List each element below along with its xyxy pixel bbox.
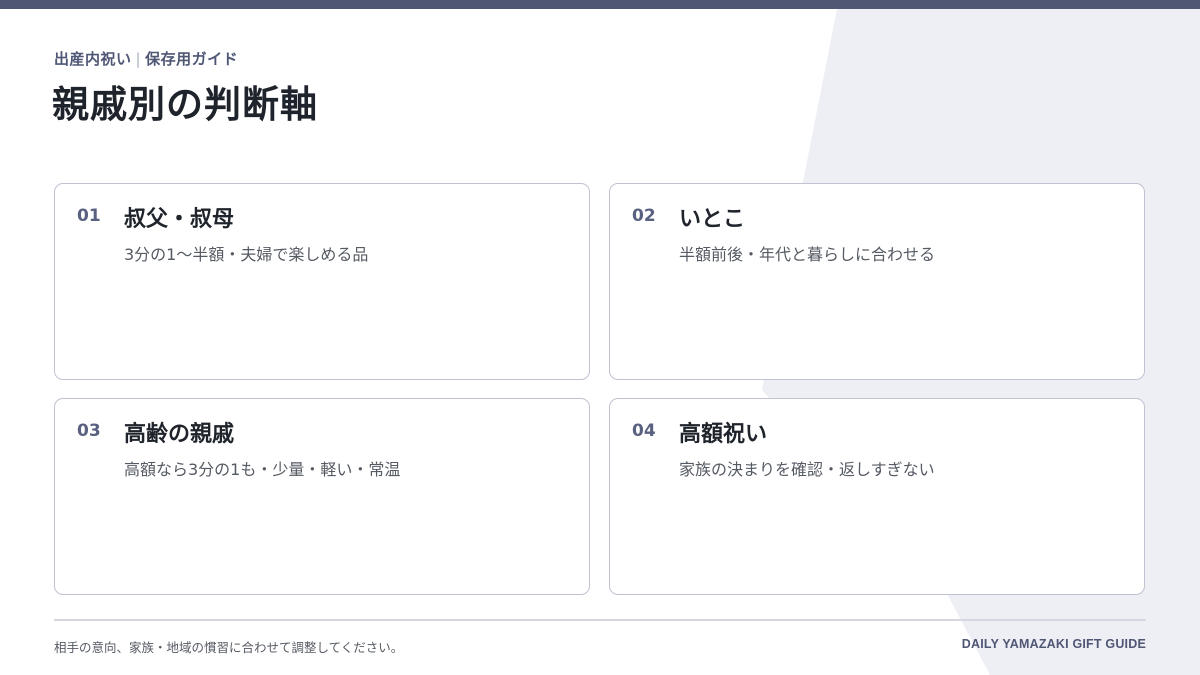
- card-uncle-aunt: 01 叔父・叔母 3分の1〜半額・夫婦で楽しめる品: [54, 183, 590, 380]
- card-description: 半額前後・年代と暮らしに合わせる: [679, 245, 936, 264]
- card-number: 04: [632, 421, 656, 441]
- breadcrumb-category: 出産内祝い: [54, 50, 132, 68]
- card-number: 03: [77, 421, 101, 441]
- card-title: 高額祝い: [679, 422, 768, 447]
- card-title: 高齢の親戚: [124, 422, 235, 447]
- card-title: いとこ: [679, 207, 746, 232]
- card-description: 家族の決まりを確認・返しすぎない: [679, 460, 935, 479]
- breadcrumb-separator: |: [135, 50, 142, 68]
- page-title: 親戚別の判断軸: [52, 83, 318, 126]
- card-cousin: 02 いとこ 半額前後・年代と暮らしに合わせる: [609, 183, 1145, 380]
- footer-divider: [54, 619, 1146, 621]
- card-elderly-relative: 03 高齢の親戚 高額なら3分の1も・少量・軽い・常温: [54, 398, 590, 595]
- card-number: 01: [77, 206, 101, 226]
- card-description: 高額なら3分の1も・少量・軽い・常温: [124, 460, 401, 479]
- breadcrumb: 出産内祝い | 保存用ガイド: [54, 48, 238, 69]
- card-large-gift: 04 高額祝い 家族の決まりを確認・返しすぎない: [609, 398, 1145, 595]
- breadcrumb-subcategory: 保存用ガイド: [145, 50, 239, 68]
- card-title: 叔父・叔母: [124, 207, 235, 232]
- footer-note: 相手の意向、家族・地域の慣習に合わせて調整してください。: [54, 640, 404, 655]
- footer-brand: DAILY YAMAZAKI GIFT GUIDE: [961, 637, 1146, 651]
- card-description: 3分の1〜半額・夫婦で楽しめる品: [124, 245, 369, 264]
- card-number: 02: [632, 206, 656, 226]
